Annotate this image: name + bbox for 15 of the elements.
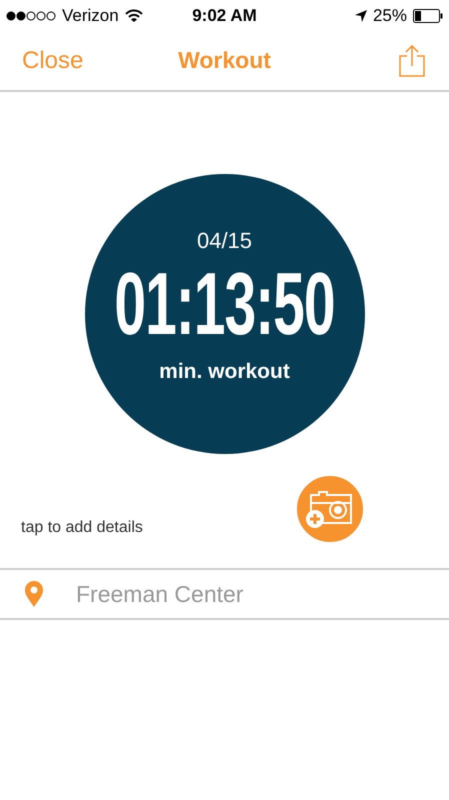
signal-strength-icon bbox=[6, 10, 56, 20]
share-icon[interactable] bbox=[399, 44, 425, 76]
wifi-icon bbox=[124, 8, 143, 22]
location-arrow-icon bbox=[354, 10, 367, 22]
workout-caption: min. workout bbox=[159, 359, 290, 385]
battery-percentage: 25% bbox=[372, 4, 407, 27]
carrier-name: Verizon bbox=[62, 4, 119, 27]
workout-duration: 01:13:50 bbox=[114, 261, 335, 350]
battery-icon bbox=[413, 8, 443, 22]
details-hint[interactable]: tap to add details bbox=[21, 516, 143, 540]
workout-date: 04/15 bbox=[196, 227, 252, 255]
window-title: Workout bbox=[178, 46, 271, 76]
location-pin-icon bbox=[24, 581, 44, 607]
status-time: 9:02 AM bbox=[192, 4, 257, 27]
camera-plus-icon bbox=[304, 489, 354, 529]
